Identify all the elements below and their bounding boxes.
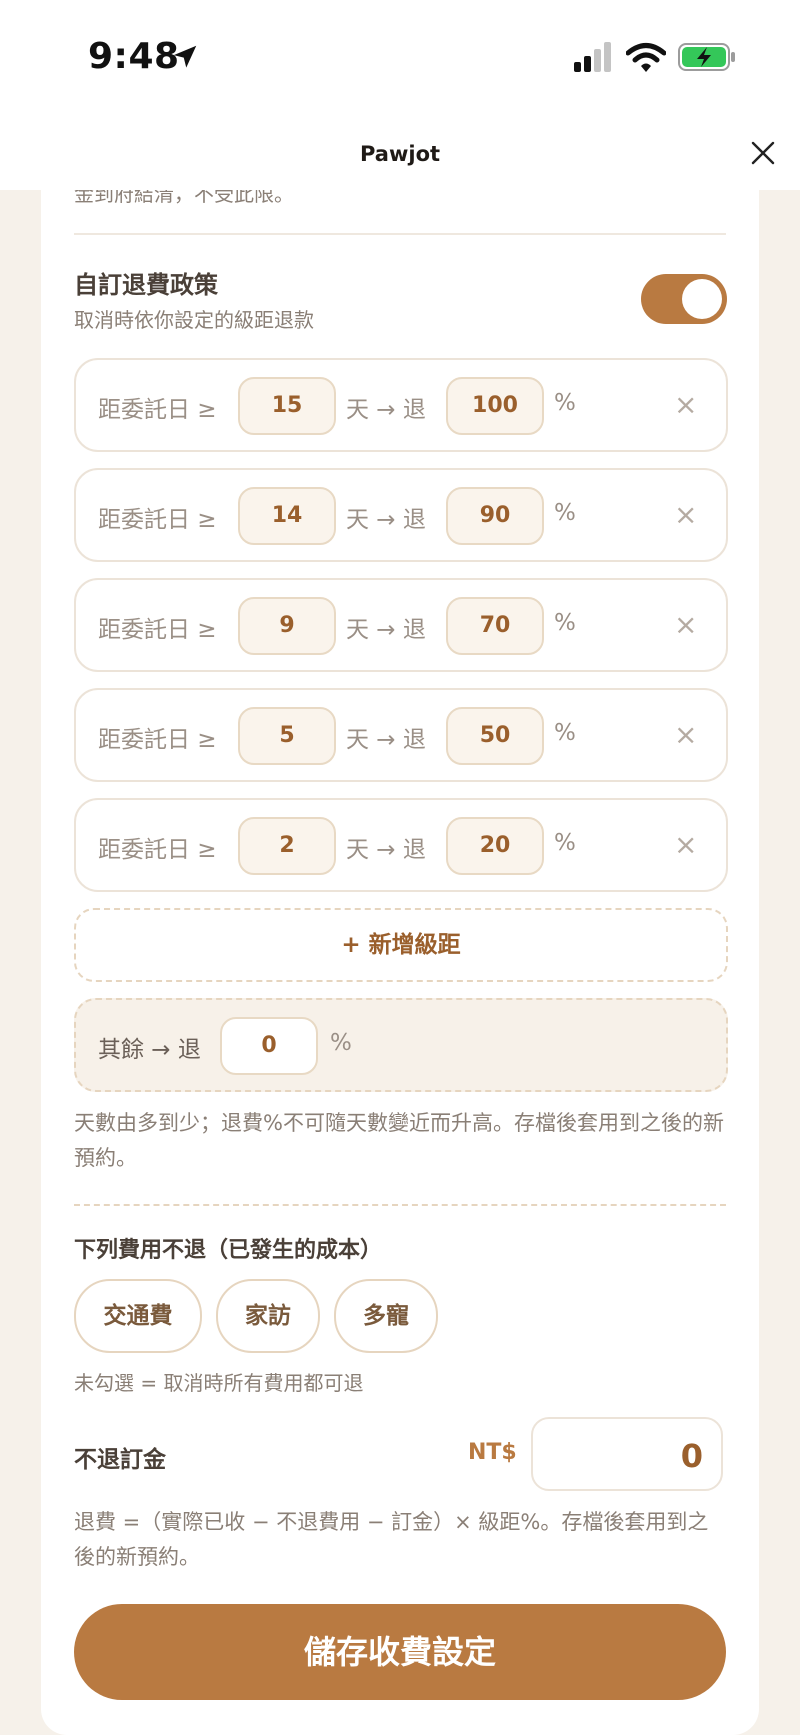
tier-row: 距委託日 ≥ 9 天 → 退 70 % × bbox=[74, 578, 728, 672]
policy-title: 自訂退費政策 bbox=[74, 271, 218, 299]
remove-tier-icon[interactable]: × bbox=[674, 388, 697, 422]
non-refundable-title: 下列費用不退（已發生的成本） bbox=[74, 1238, 383, 1263]
tier-prefix-label: 距委託日 ≥ bbox=[98, 617, 217, 643]
add-tier-button[interactable]: + 新增級距 bbox=[74, 908, 728, 982]
wifi-icon bbox=[626, 43, 666, 72]
tier-prefix-label: 距委託日 ≥ bbox=[98, 507, 217, 533]
tier-row: 距委託日 ≥ 14 天 → 退 90 % × bbox=[74, 468, 728, 562]
status-time: 9:48 bbox=[88, 36, 180, 77]
tier-percent-label: % bbox=[554, 500, 576, 526]
tier-refund-input[interactable]: 20 bbox=[446, 817, 544, 875]
tier-row: 距委託日 ≥ 15 天 → 退 100 % × bbox=[74, 358, 728, 452]
tier-days-input[interactable]: 2 bbox=[238, 817, 336, 875]
formula-help-text: 退費 =（實際已收 − 不退費用 − 訂金）× 級距%。存檔後套用到之後的新預約… bbox=[74, 1510, 709, 1569]
tier-row: 距委託日 ≥ 5 天 → 退 50 % × bbox=[74, 688, 728, 782]
remove-tier-icon[interactable]: × bbox=[674, 718, 697, 752]
tier-percent-label: % bbox=[554, 610, 576, 636]
currency-label: NT$ bbox=[468, 1440, 517, 1465]
remove-tier-icon[interactable]: × bbox=[674, 608, 697, 642]
tier-days-input[interactable]: 15 bbox=[238, 377, 336, 435]
tier-middle-label: 天 → 退 bbox=[346, 617, 426, 643]
tier-refund-input[interactable]: 70 bbox=[446, 597, 544, 655]
rest-percent-label: % bbox=[330, 1030, 352, 1056]
policy-toggle[interactable] bbox=[641, 274, 727, 324]
tier-middle-label: 天 → 退 bbox=[346, 837, 426, 863]
dashed-divider bbox=[74, 1204, 726, 1206]
tier-percent-label: % bbox=[554, 390, 576, 416]
location-arrow-icon bbox=[173, 45, 197, 68]
tier-middle-label: 天 → 退 bbox=[346, 727, 426, 753]
policy-subtitle: 取消時依你設定的級距退款 bbox=[74, 308, 314, 332]
rest-refund-input[interactable]: 0 bbox=[220, 1017, 318, 1075]
deposit-input[interactable]: 0 bbox=[531, 1417, 723, 1491]
non-refundable-note: 未勾選 = 取消時所有費用都可退 bbox=[74, 1371, 364, 1395]
tier-refund-input[interactable]: 50 bbox=[446, 707, 544, 765]
chip-transport-fee[interactable]: 交通費 bbox=[74, 1279, 202, 1353]
tier-refund-input[interactable]: 100 bbox=[446, 377, 544, 435]
chip-home-visit[interactable]: 家訪 bbox=[216, 1279, 320, 1353]
battery-charging-icon bbox=[678, 43, 735, 71]
nav-bar: Pawjot bbox=[0, 118, 800, 190]
tier-prefix-label: 距委託日 ≥ bbox=[98, 837, 217, 863]
tier-days-input[interactable]: 9 bbox=[238, 597, 336, 655]
save-button[interactable]: 儲存收費設定 bbox=[74, 1604, 726, 1700]
tier-days-input[interactable]: 14 bbox=[238, 487, 336, 545]
chip-multi-pet[interactable]: 多寵 bbox=[334, 1279, 438, 1353]
tier-prefix-label: 距委託日 ≥ bbox=[98, 727, 217, 753]
toggle-knob bbox=[682, 279, 722, 319]
rest-tier-row: 其餘 → 退 0 % bbox=[74, 998, 728, 1092]
tier-refund-input[interactable]: 90 bbox=[446, 487, 544, 545]
tier-percent-label: % bbox=[554, 720, 576, 746]
cellular-signal-icon bbox=[574, 42, 611, 72]
close-icon[interactable] bbox=[748, 138, 778, 168]
remove-tier-icon[interactable]: × bbox=[674, 498, 697, 532]
tier-percent-label: % bbox=[554, 830, 576, 856]
tier-row: 距委託日 ≥ 2 天 → 退 20 % × bbox=[74, 798, 728, 892]
tier-prefix-label: 距委託日 ≥ bbox=[98, 397, 217, 423]
rest-label: 其餘 → 退 bbox=[98, 1037, 201, 1063]
divider bbox=[74, 233, 726, 235]
tier-middle-label: 天 → 退 bbox=[346, 507, 426, 533]
page-title: Pawjot bbox=[359, 142, 441, 166]
deposit-label: 不退訂金 bbox=[74, 1447, 166, 1473]
remove-tier-icon[interactable]: × bbox=[674, 828, 697, 862]
tier-days-input[interactable]: 5 bbox=[238, 707, 336, 765]
status-bar: 9:48 bbox=[0, 0, 800, 118]
tier-middle-label: 天 → 退 bbox=[346, 397, 426, 423]
tiers-help-text: 天數由多到少；退費%不可隨天數變近而升高。存檔後套用到之後的新預約。 bbox=[74, 1111, 724, 1170]
